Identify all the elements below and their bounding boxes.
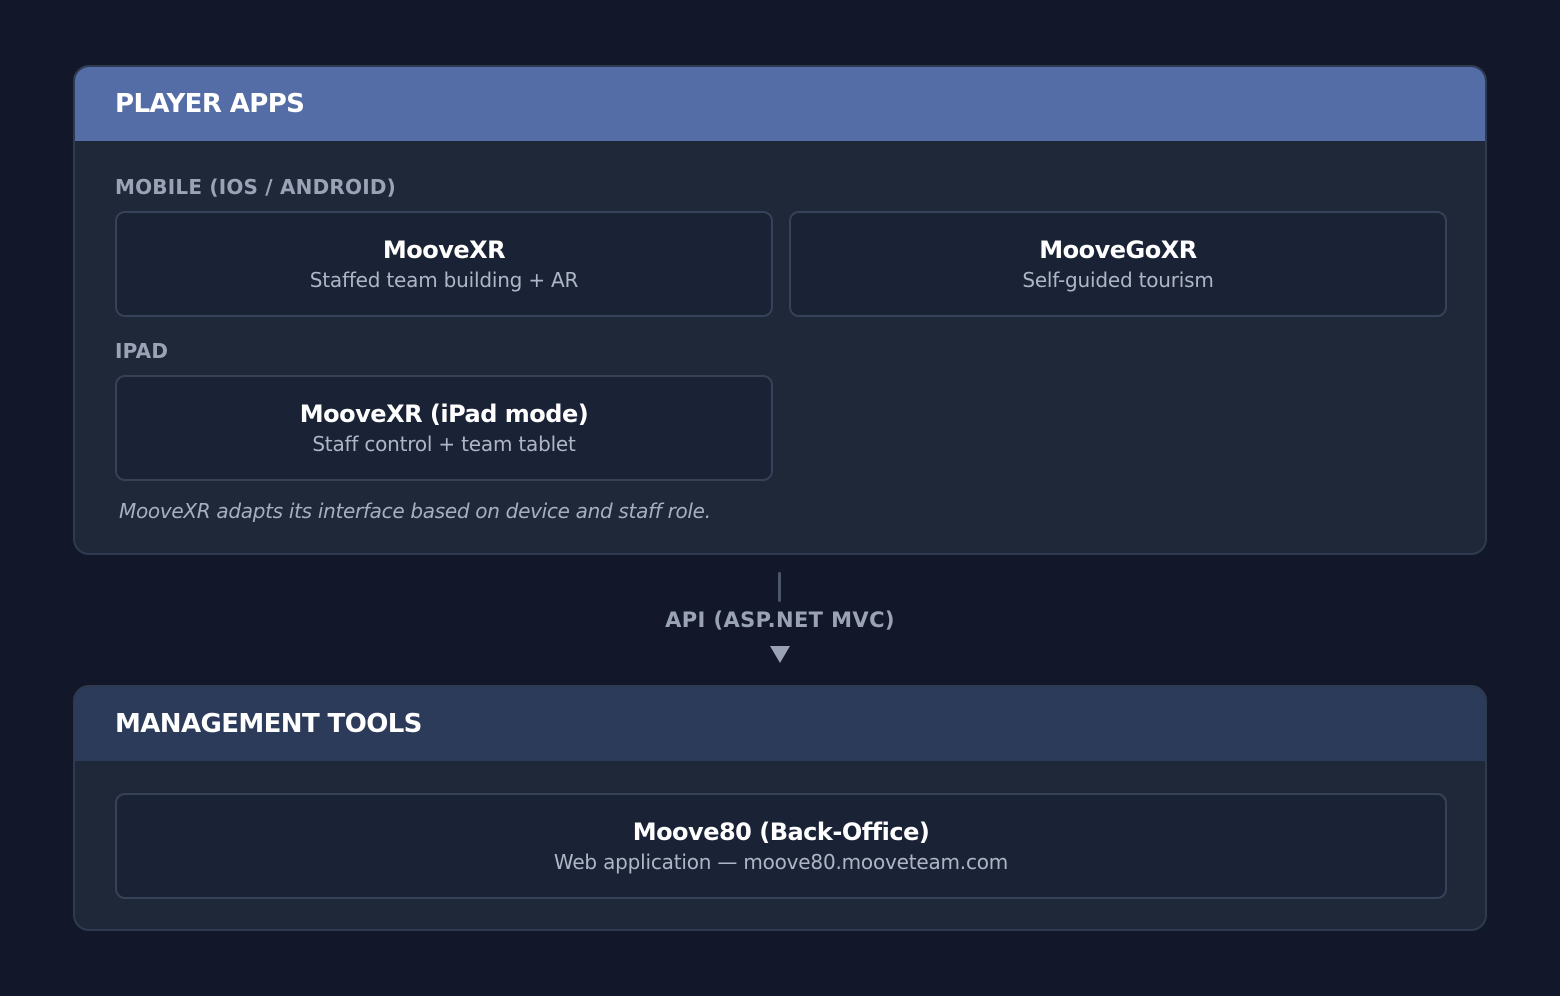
mobile-section-label: MOBILE (IOS / ANDROID) [115, 175, 396, 199]
api-connector-line [778, 572, 781, 602]
moovexr-title: MooveXR [382, 236, 506, 264]
moove80-title: Moove80 (Back-Office) [632, 818, 930, 846]
player-apps-panel: PLAYER APPS MOBILE (IOS / ANDROID) Moove… [73, 65, 1487, 555]
ipad-section-label: IPAD [115, 339, 169, 363]
adaptive-interface-note: MooveXR adapts its interface based on de… [119, 499, 711, 523]
moovexr-ipad-subtitle: Staff control + team tablet [312, 432, 576, 456]
moovexr-subtitle: Staffed team building + AR [309, 268, 579, 292]
moovegoxr-subtitle: Self-guided tourism [1022, 268, 1214, 292]
moovexr-ipad-title: MooveXR (iPad mode) [299, 400, 589, 428]
moovexr-card: MooveXR Staffed team building + AR [115, 211, 773, 317]
moove80-card: Moove80 (Back-Office) Web application — … [115, 793, 1447, 899]
api-connector-label: API (ASP.NET MVC) [665, 608, 895, 632]
player-apps-header: PLAYER APPS [75, 67, 1485, 141]
moovegoxr-card: MooveGoXR Self-guided tourism [789, 211, 1447, 317]
management-tools-header: MANAGEMENT TOOLS [75, 687, 1485, 761]
moovexr-ipad-card: MooveXR (iPad mode) Staff control + team… [115, 375, 773, 481]
moovegoxr-title: MooveGoXR [1039, 236, 1197, 264]
arrow-down-icon [770, 646, 790, 663]
moove80-subtitle: Web application — moove80.mooveteam.com [553, 850, 1009, 874]
management-tools-panel: MANAGEMENT TOOLS Moove80 (Back-Office) W… [73, 685, 1487, 931]
